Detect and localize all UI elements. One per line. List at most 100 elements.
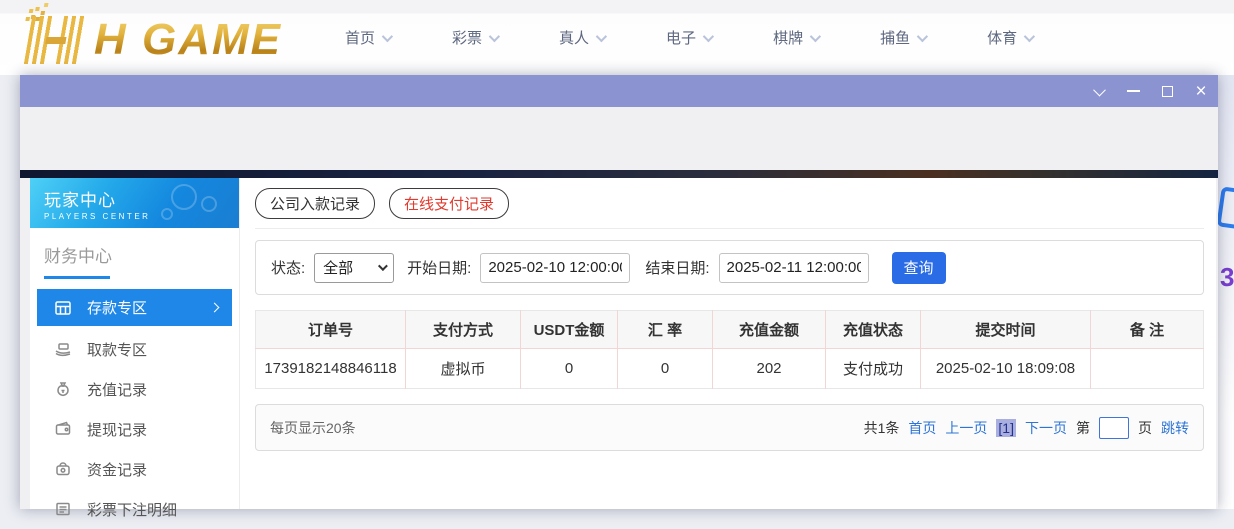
col-usdt-amount: USDT金额 (521, 311, 618, 349)
pager: 共1条 首页 上一页 [1] 下一页 第 页 跳转 (864, 417, 1189, 439)
hh-game-logo[interactable]: H GAME (28, 8, 282, 72)
sidebar-item-withdrawal-record[interactable]: 提现记录 (30, 409, 239, 449)
cell-payment-method: 虚拟币 (406, 349, 521, 389)
cell-recharge-status: 支付成功 (826, 349, 921, 389)
window-maximize-button[interactable] (1150, 75, 1184, 107)
jump-page-input[interactable] (1099, 417, 1129, 439)
nav-item-slots[interactable]: 电子 (666, 27, 711, 48)
player-center-window: × 玩家中心 PLAYERS CENTER 财务中心 存款专区 (20, 75, 1218, 509)
col-recharge-status: 充值状态 (826, 311, 921, 349)
logo-text: H GAME (94, 15, 282, 65)
col-submit-time: 提交时间 (921, 311, 1091, 349)
current-page-indicator[interactable]: [1] (996, 419, 1016, 437)
jump-button[interactable]: 跳转 (1161, 418, 1189, 438)
finance-center-section-label: 财务中心 (30, 228, 239, 267)
window-close-button[interactable]: × (1184, 75, 1218, 107)
search-button[interactable]: 查询 (892, 252, 946, 284)
chevron-down-icon (703, 30, 714, 41)
chevron-down-icon (1093, 83, 1106, 96)
tab-online-payment-records[interactable]: 在线支付记录 (389, 188, 509, 219)
prev-page-link[interactable]: 上一页 (945, 418, 987, 438)
payment-records-table: 订单号 支付方式 USDT金额 汇 率 充值金额 充值状态 提交时间 备 注 1 (255, 310, 1204, 389)
gamepad-watermark-icon (201, 196, 217, 212)
sidebar-menu: 存款专区 取款专区 充值记录 提现记录 (30, 289, 239, 529)
main-nav: 首页 彩票 真人 电子 棋牌 捕鱼 体育 (345, 0, 1032, 75)
main-panel: 公司入款记录 在线支付记录 状态: 全部 开始日期: 结束日期: 查询 (240, 178, 1216, 509)
start-date-input[interactable] (480, 253, 630, 283)
withdraw-icon (54, 340, 72, 358)
col-exchange-rate: 汇 率 (618, 311, 713, 349)
filter-bar: 状态: 全部 开始日期: 结束日期: 查询 (255, 240, 1204, 295)
window-titlebar[interactable]: × (20, 75, 1218, 107)
start-date-label: 开始日期: (407, 257, 471, 278)
site-header: H GAME 首页 彩票 真人 电子 棋牌 捕鱼 体育 (0, 0, 1234, 75)
decorative-divider (20, 170, 1218, 178)
cell-remark (1091, 349, 1204, 389)
sidebar-item-recharge-record[interactable]: 充值记录 (30, 369, 239, 409)
page-size-text: 每页显示20条 (270, 418, 356, 438)
jump-suffix-label: 页 (1138, 418, 1152, 438)
col-recharge-amount: 充值金额 (713, 311, 826, 349)
sidebar-item-deposit[interactable]: 存款专区 (37, 289, 232, 326)
chevron-down-icon (1024, 30, 1035, 41)
chevron-down-icon (917, 30, 928, 41)
chevron-down-icon (596, 30, 607, 41)
cell-usdt-amount: 0 (521, 349, 618, 389)
sidebar-subtitle: PLAYERS CENTER (44, 212, 239, 221)
gamepad-watermark-icon (171, 184, 197, 210)
chevron-down-icon (382, 30, 393, 41)
window-collapse-button[interactable] (1082, 75, 1116, 107)
logo-bars-icon (24, 16, 90, 64)
gamepad-watermark-icon (161, 208, 173, 220)
chevron-down-icon (489, 30, 500, 41)
col-remark: 备 注 (1091, 311, 1204, 349)
screen: 3 H GAME 首页 彩票 真人 电子 棋牌 捕鱼 体育 × (0, 0, 1234, 509)
nav-item-cards[interactable]: 棋牌 (773, 27, 818, 48)
col-payment-method: 支付方式 (406, 311, 521, 349)
chevron-down-icon (810, 30, 821, 41)
cell-order-id: 1739182148846118 (256, 349, 406, 389)
sidebar-item-lottery-bet-detail[interactable]: 彩票下注明细 (30, 489, 239, 529)
close-icon: × (1195, 82, 1206, 101)
cell-exchange-rate: 0 (618, 349, 713, 389)
next-page-link[interactable]: 下一页 (1025, 418, 1067, 438)
recharge-record-icon (54, 380, 72, 398)
maximize-icon (1162, 86, 1173, 97)
end-date-label: 结束日期: (645, 257, 709, 278)
sidebar: 玩家中心 PLAYERS CENTER 财务中心 存款专区 (30, 178, 240, 509)
chevron-right-icon (210, 303, 220, 313)
funds-record-icon (54, 460, 72, 478)
table-header-row: 订单号 支付方式 USDT金额 汇 率 充值金额 充值状态 提交时间 备 注 (256, 311, 1204, 349)
tab-company-deposit-records[interactable]: 公司入款记录 (255, 188, 375, 219)
background-text-fragment: 3 (1220, 262, 1234, 293)
first-page-link[interactable]: 首页 (908, 418, 936, 438)
nav-item-fishing[interactable]: 捕鱼 (880, 27, 925, 48)
status-select[interactable]: 全部 (314, 253, 394, 283)
end-date-input[interactable] (719, 253, 869, 283)
record-tabs: 公司入款记录 在线支付记录 (255, 188, 1204, 229)
status-select-value: 全部 (323, 257, 353, 278)
nav-item-lottery[interactable]: 彩票 (452, 27, 497, 48)
withdrawal-record-icon (54, 420, 72, 438)
lottery-bet-detail-icon (54, 500, 72, 518)
cell-recharge-amount: 202 (713, 349, 826, 389)
window-content: 玩家中心 PLAYERS CENTER 财务中心 存款专区 (30, 178, 1205, 509)
cell-submit-time: 2025-02-10 18:09:08 (921, 349, 1091, 389)
sidebar-item-withdraw[interactable]: 取款专区 (30, 329, 239, 369)
minimize-icon (1127, 90, 1140, 92)
pagination-bar: 每页显示20条 共1条 首页 上一页 [1] 下一页 第 页 跳转 (255, 404, 1204, 451)
sidebar-header: 玩家中心 PLAYERS CENTER (30, 178, 239, 228)
deposit-icon (54, 299, 72, 317)
col-order-id: 订单号 (256, 311, 406, 349)
sidebar-item-funds-record[interactable]: 资金记录 (30, 449, 239, 489)
table-row: 1739182148846118 虚拟币 0 0 202 支付成功 2025-0… (256, 349, 1204, 389)
section-underline (44, 276, 110, 279)
status-label: 状态: (271, 257, 305, 278)
jump-prefix-label: 第 (1076, 418, 1090, 438)
chevron-down-icon (378, 261, 388, 271)
window-minimize-button[interactable] (1116, 75, 1150, 107)
nav-item-sports[interactable]: 体育 (987, 27, 1032, 48)
total-count-text: 共1条 (864, 418, 900, 438)
nav-item-live[interactable]: 真人 (559, 27, 604, 48)
nav-item-home[interactable]: 首页 (345, 27, 390, 48)
